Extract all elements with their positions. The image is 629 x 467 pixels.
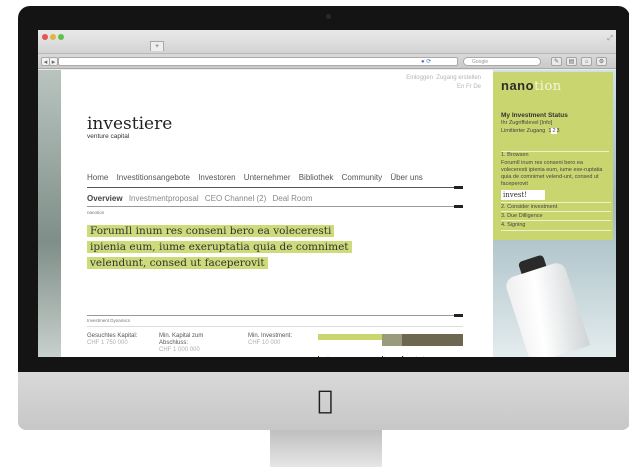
- stat-label: Min. Investment:: [248, 333, 293, 339]
- resize-icon[interactable]: ⤢: [607, 35, 613, 43]
- new-tab-button[interactable]: +: [150, 41, 164, 51]
- stat-gesuchtes-kapital: Gesuchtes Kapital: CHF 1 750 000: [87, 333, 157, 347]
- stat-label: Gesuchtes Kapital:: [87, 333, 138, 339]
- stat-value: CHF 1 000 000: [159, 347, 200, 353]
- step-browse: 1. Browsen: [501, 151, 609, 159]
- top-links: Einloggen Zugang erstellen En Fr De: [406, 74, 481, 92]
- lang-fr-link[interactable]: Fr: [466, 84, 472, 90]
- invest-button[interactable]: invest!: [501, 190, 545, 200]
- browser-toolbar: ◂ ▸ ● ⟳ Google ✎ ▤ ⌂ ⚙: [38, 54, 616, 69]
- nanotion-logo[interactable]: nanotion: [501, 78, 562, 94]
- limited-access-line: Limitierter Zugang 123: [501, 128, 560, 135]
- forward-button[interactable]: ▸: [49, 57, 58, 66]
- nav-ueber-uns[interactable]: Über uns: [390, 173, 422, 182]
- signup-link[interactable]: Zugang erstellen: [436, 75, 481, 81]
- limited-access-text: Limitierter Zugang: [501, 128, 546, 134]
- nav-unternehmer[interactable]: Unternehmer: [244, 173, 291, 182]
- address-bar[interactable]: ● ⟳: [58, 57, 458, 66]
- investment-status-panel: nanotion My Investment Status Ihr Zugrif…: [493, 72, 613, 240]
- browser-window: + ⤢ ◂ ▸ ● ⟳ Google ✎ ▤ ⌂ ⚙ Einloggen Zug…: [38, 30, 616, 357]
- stat-value: CHF 10 000: [248, 340, 281, 346]
- rss-icon[interactable]: ● ⟳: [421, 58, 431, 67]
- brand-subtitle: venture capital: [87, 133, 130, 140]
- minimize-window-icon[interactable]: [50, 34, 56, 40]
- lang-de-link[interactable]: De: [473, 84, 481, 90]
- settings-button[interactable]: ⚙: [596, 57, 607, 66]
- search-placeholder: Google: [472, 59, 489, 65]
- login-link[interactable]: Einloggen: [406, 75, 433, 81]
- lang-en-link[interactable]: En: [457, 84, 464, 90]
- nav-divider-tick: [454, 186, 463, 189]
- bookmark-button[interactable]: ✎: [551, 57, 562, 66]
- dynamics-label: Investment Dynamics: [87, 318, 131, 323]
- tab-overview[interactable]: Overview: [87, 194, 123, 203]
- nav-home[interactable]: Home: [87, 173, 108, 182]
- headline: ForumIl inum res conseni bero ea volecer…: [87, 223, 407, 271]
- page-menu-button[interactable]: ▤: [566, 57, 577, 66]
- nav-bibliothek[interactable]: Bibliothek: [299, 173, 334, 182]
- stat-label: Min. Kapital zum Abschluss:: [159, 333, 204, 346]
- search-input[interactable]: Google: [463, 57, 541, 66]
- committed-label: committed 677000: [401, 356, 425, 357]
- subnav-divider-tick: [454, 205, 463, 208]
- nav-community[interactable]: Community: [342, 173, 382, 182]
- main-nav: Home Investitionsangebote Investoren Unt…: [87, 173, 493, 182]
- imac-mockup: + ⤢ ◂ ▸ ● ⟳ Google ✎ ▤ ⌂ ⚙ Einloggen Zug…: [0, 0, 629, 467]
- apple-logo-icon: : [313, 388, 337, 414]
- background-photo-left: [38, 70, 62, 357]
- logo-rest: tion: [534, 79, 562, 94]
- company-tag: nanotion: [87, 210, 105, 215]
- tab-deal-room[interactable]: Deal Room: [272, 194, 312, 203]
- panel-title: My Investment Status: [501, 112, 568, 119]
- step-signing: 4. Signing: [501, 220, 611, 231]
- camera-icon: [326, 14, 331, 19]
- headline-line: ipienia eum, iume exeruptatia quia de co…: [87, 241, 352, 253]
- headline-line: ForumIl inum res conseni bero ea volecer…: [87, 225, 335, 237]
- headline-line: velendunt, consed ut faceperovit: [87, 257, 268, 269]
- close-window-icon[interactable]: [42, 34, 48, 40]
- committed-caption: committed: [404, 356, 425, 357]
- web-page: Einloggen Zugang erstellen En Fr De inve…: [61, 70, 493, 357]
- stat-min-kapital: Min. Kapital zum Abschluss: CHF 1 000 00…: [159, 333, 231, 354]
- nav-investitionsangebote[interactable]: Investitionsangebote: [117, 173, 190, 182]
- tab-ceo-channel[interactable]: CEO Channel (2): [205, 194, 266, 203]
- tab-investmentproposal[interactable]: Investmentproposal: [129, 194, 199, 203]
- brand-logo[interactable]: investiere: [87, 114, 172, 134]
- dynamics-divider-tick: [454, 314, 463, 317]
- access-level-line: Ihr Zugriffslevel [Info]: [501, 120, 552, 127]
- level-3[interactable]: 3: [557, 128, 560, 134]
- subnav-divider: [87, 206, 463, 207]
- step-browse-text: ForumIl inum res conseni bero ea volecer…: [501, 160, 603, 187]
- access-info-link[interactable]: [Info]: [540, 120, 552, 126]
- total-caption: total: [320, 356, 338, 357]
- dynamics-underline: [87, 326, 463, 327]
- total-label: total 1600000: [318, 356, 338, 357]
- zoom-window-icon[interactable]: [58, 34, 64, 40]
- logo-bold: nano: [501, 78, 535, 93]
- stat-value: CHF 1 750 000: [87, 340, 128, 346]
- access-level-text: Ihr Zugriffslevel: [501, 120, 539, 126]
- nav-investoren[interactable]: Investoren: [198, 173, 235, 182]
- window-titlebar: + ⤢: [38, 30, 616, 54]
- monitor-stand: [270, 430, 382, 467]
- committed-bar-row2: [401, 340, 463, 346]
- home-button[interactable]: ⌂: [581, 57, 592, 66]
- sub-nav: Overview Investmentproposal CEO Channel …: [87, 194, 316, 203]
- stat-min-investment: Min. Investment: CHF 10 000: [248, 333, 318, 347]
- nav-divider: [87, 187, 463, 188]
- dynamics-divider: [87, 315, 463, 316]
